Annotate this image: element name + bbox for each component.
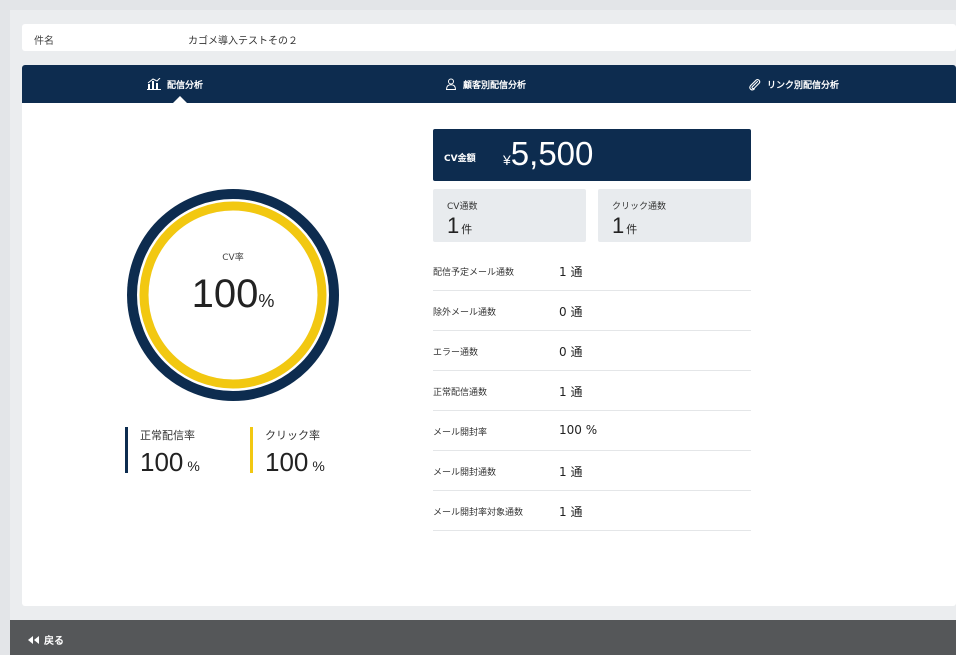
- metric-row: メール開封通数 1 通: [433, 451, 751, 491]
- active-tab-indicator: [173, 96, 187, 103]
- delivery-rate-label: 正常配信率: [140, 429, 195, 442]
- metric-label: メール開封通数: [433, 468, 497, 478]
- back-button-label: 戻る: [44, 636, 64, 647]
- metric-row: 除外メール通数 0 通: [433, 291, 751, 331]
- delivery-rate-stat: 正常配信率 100%: [125, 427, 200, 477]
- click-rate-number: 100: [265, 447, 309, 477]
- delivery-rate-value: 100%: [140, 447, 200, 478]
- cv-amount-label: CV金額: [444, 154, 476, 164]
- cv-count-label: CV通数: [447, 202, 478, 212]
- paperclip-icon: [749, 78, 761, 90]
- metric-value: 1 通: [559, 385, 583, 399]
- tab-label: 配信分析: [167, 80, 204, 91]
- subject-bar: 件名 カゴメ導入テストその２: [22, 24, 956, 51]
- metric-value: 1 通: [559, 505, 583, 519]
- metric-label: 正常配信通数: [433, 388, 488, 398]
- footer-bar: 戻る: [10, 620, 956, 655]
- metric-label: 除外メール通数: [433, 308, 497, 318]
- currency-symbol: ¥: [503, 152, 511, 168]
- tab-label: リンク別配信分析: [767, 80, 840, 91]
- cv-rate-number: 100: [191, 272, 259, 316]
- cv-rate-label: CV率: [222, 253, 244, 263]
- subject-value: カゴメ導入テストその２: [188, 36, 298, 47]
- metric-row: 配信予定メール通数 1 通: [433, 251, 751, 291]
- metrics-list: 配信予定メール通数 1 通 除外メール通数 0 通 エラー通数 0 通 正常配信…: [433, 251, 751, 531]
- metric-label: エラー通数: [433, 348, 479, 358]
- click-count-unit: 件: [626, 224, 638, 236]
- metric-row: メール開封率対象通数 1 通: [433, 491, 751, 531]
- tab-link-analysis[interactable]: リンク別配信分析: [748, 65, 839, 103]
- click-count-box: クリック通数 1件: [598, 189, 751, 242]
- user-icon: [445, 78, 457, 90]
- click-count-value: 1件: [612, 213, 637, 239]
- delivery-rate-unit: %: [187, 458, 200, 474]
- bar-chart-icon: [147, 78, 161, 90]
- cv-rate-unit: %: [258, 291, 275, 311]
- delivery-rate-number: 100: [140, 447, 184, 477]
- click-rate-unit: %: [312, 458, 325, 474]
- window-top-edge: [10, 0, 956, 10]
- back-button[interactable]: 戻る: [28, 632, 64, 647]
- cv-rate-value: 100%: [158, 272, 308, 317]
- cv-count-box: CV通数 1件: [433, 189, 586, 242]
- metric-label: メール開封率: [433, 428, 488, 438]
- cv-count-unit: 件: [461, 224, 473, 236]
- cv-amount-box: CV金額 ¥5,500: [433, 129, 751, 181]
- double-left-arrow-icon: [28, 635, 39, 644]
- cv-count-number: 1: [447, 213, 460, 238]
- click-count-number: 1: [612, 213, 625, 238]
- metric-row: エラー通数 0 通: [433, 331, 751, 371]
- cv-count-value: 1件: [447, 213, 472, 239]
- metric-value: 100 %: [559, 423, 598, 437]
- tab-label: 顧客別配信分析: [463, 80, 527, 91]
- metric-label: 配信予定メール通数: [433, 268, 515, 278]
- metric-row: 正常配信通数 1 通: [433, 371, 751, 411]
- cv-amount-number: 5,500: [510, 135, 594, 172]
- cv-amount-value: ¥5,500: [503, 135, 593, 173]
- click-count-label: クリック通数: [612, 202, 667, 212]
- metric-value: 1 通: [559, 265, 583, 279]
- tab-bar: 配信分析 顧客別配信分析 リンク別配信分析: [22, 65, 956, 103]
- metric-label: メール開封率対象通数: [433, 508, 524, 518]
- window-left-edge: [0, 0, 10, 655]
- subject-label: 件名: [34, 36, 54, 47]
- metric-row: メール開封率 100 %: [433, 411, 751, 451]
- click-rate-stat: クリック率 100%: [250, 427, 325, 477]
- click-rate-label: クリック率: [265, 429, 320, 442]
- tab-customer-analysis[interactable]: 顧客別配信分析: [445, 65, 526, 103]
- metric-value: 0 通: [559, 345, 583, 359]
- analysis-card: 配信分析 顧客別配信分析 リンク別配信分析 CV率 100% 正常配信率 100…: [22, 65, 956, 606]
- metric-value: 0 通: [559, 305, 583, 319]
- click-rate-value: 100%: [265, 447, 325, 478]
- metric-value: 1 通: [559, 465, 583, 479]
